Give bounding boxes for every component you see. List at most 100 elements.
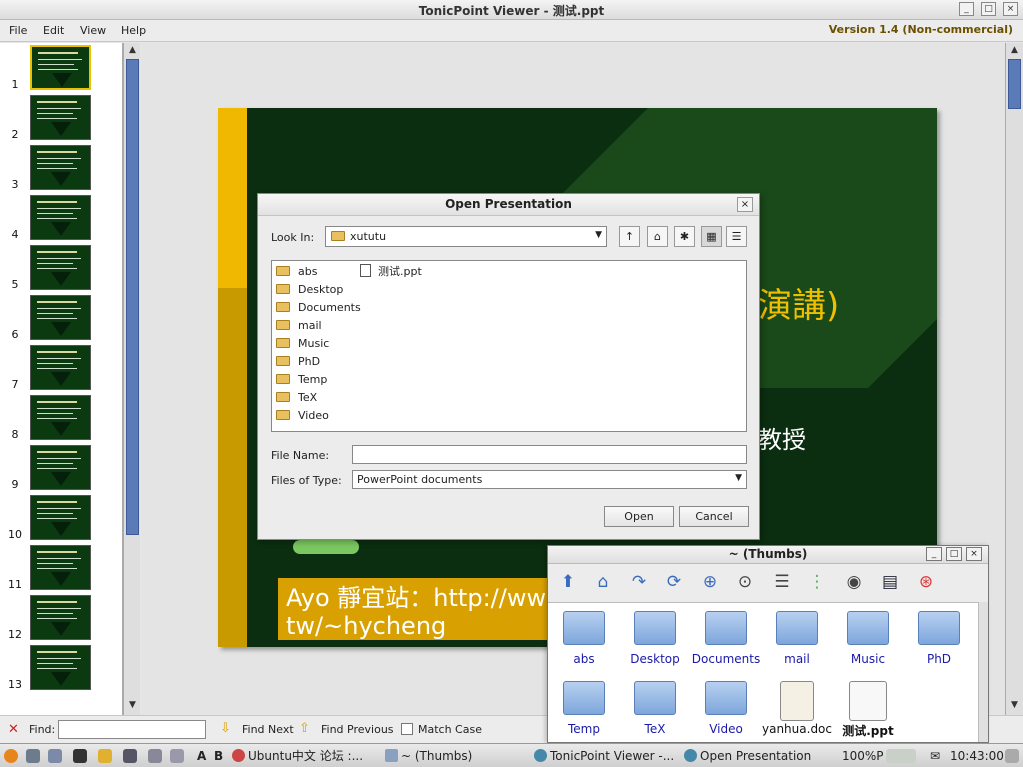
- menu-edit[interactable]: Edit: [43, 24, 64, 37]
- thumbnail-scrollbar[interactable]: ▲ ▼: [123, 43, 140, 715]
- slide-thumbnail[interactable]: 4: [0, 193, 123, 243]
- list-item[interactable]: Temp: [276, 372, 327, 388]
- menu-help[interactable]: Help: [121, 24, 146, 37]
- folder-item[interactable]: Documents: [691, 611, 761, 666]
- task-ubuntu-forum[interactable]: Ubuntu中文 论坛 :...: [232, 747, 363, 765]
- desktop-icon[interactable]: [26, 749, 40, 763]
- task-tonicpoint[interactable]: TonicPoint Viewer -...: [534, 747, 674, 765]
- browser-icon[interactable]: [123, 749, 137, 763]
- minimize-button[interactable]: _: [926, 547, 942, 561]
- folder-item[interactable]: Temp: [549, 681, 619, 736]
- maximize-button[interactable]: □: [981, 2, 996, 16]
- minimize-button[interactable]: _: [959, 2, 974, 16]
- close-button[interactable]: ×: [966, 547, 982, 561]
- file-item[interactable]: 测试.ppt: [833, 681, 903, 739]
- list-item[interactable]: 测试.ppt: [360, 264, 422, 280]
- viewer-scrollbar[interactable]: ▲ ▼: [1005, 43, 1023, 715]
- dialog-close-icon[interactable]: ×: [737, 197, 753, 212]
- slide-thumbnail[interactable]: 6: [0, 293, 123, 343]
- start-menu-icon[interactable]: [4, 749, 18, 763]
- home-button[interactable]: ⌂: [647, 226, 668, 247]
- eye-icon[interactable]: ◉: [842, 570, 866, 594]
- file-name-input[interactable]: [352, 445, 747, 464]
- file-item[interactable]: yanhua.doc: [762, 681, 832, 736]
- scroll-down-icon[interactable]: ▼: [126, 699, 139, 712]
- look-in-select[interactable]: xututu ▼: [325, 226, 607, 247]
- slide-thumbnail[interactable]: 11: [0, 543, 123, 593]
- scrollbar-thumb[interactable]: [126, 59, 139, 535]
- slide-thumbnail[interactable]: 7: [0, 343, 123, 393]
- find-next-button[interactable]: Find Next: [242, 723, 294, 736]
- list-view-button[interactable]: ▦: [701, 226, 722, 247]
- list-item[interactable]: Music: [276, 336, 329, 352]
- details-view-button[interactable]: ☰: [726, 226, 747, 247]
- folder-item[interactable]: TeX: [620, 681, 690, 736]
- files-of-type-select[interactable]: PowerPoint documents ▼: [352, 470, 747, 489]
- tray-icon[interactable]: [1005, 749, 1019, 763]
- zoom-in-icon[interactable]: ⊕: [698, 570, 722, 594]
- folder-label: PhD: [926, 652, 952, 666]
- maximize-button[interactable]: □: [946, 547, 962, 561]
- slide-thumbnail[interactable]: 10: [0, 493, 123, 543]
- list-item[interactable]: PhD: [276, 354, 320, 370]
- find-input[interactable]: [58, 720, 206, 739]
- mail-icon[interactable]: ✉: [930, 747, 940, 765]
- details-icon[interactable]: ☰: [770, 570, 794, 594]
- terminal-icon[interactable]: [73, 749, 87, 763]
- menu-file[interactable]: File: [9, 24, 27, 37]
- undo-icon[interactable]: ↷: [627, 570, 651, 594]
- tree-icon[interactable]: ⋮: [805, 570, 829, 594]
- up-folder-button[interactable]: ↑: [619, 226, 640, 247]
- clock: 10:43:00: [950, 749, 1004, 763]
- task-thumbs[interactable]: ~ (Thumbs): [385, 747, 472, 765]
- new-folder-button[interactable]: ✱: [674, 226, 695, 247]
- folder-item[interactable]: Video: [691, 681, 761, 736]
- slide-number: 12: [8, 628, 22, 641]
- list-item[interactable]: Documents: [276, 300, 361, 316]
- open-button[interactable]: Open: [604, 506, 674, 527]
- editor-icon[interactable]: [148, 749, 162, 763]
- up-arrow-icon[interactable]: ⬆: [556, 570, 580, 594]
- slide-thumbnail[interactable]: 12: [0, 593, 123, 643]
- find-previous-button[interactable]: Find Previous: [321, 723, 394, 736]
- windows-icon[interactable]: [48, 749, 62, 763]
- menu-view[interactable]: View: [80, 24, 106, 37]
- scroll-down-icon[interactable]: ▼: [1008, 699, 1021, 712]
- slide-thumbnail[interactable]: 2: [0, 93, 123, 143]
- folder-icon[interactable]: [98, 749, 112, 763]
- slide-thumbnail[interactable]: 5: [0, 243, 123, 293]
- slide-thumbnail[interactable]: 1: [0, 43, 123, 93]
- list-item[interactable]: Video: [276, 408, 329, 424]
- folder-item[interactable]: PhD: [904, 611, 974, 666]
- folder-item[interactable]: Desktop: [620, 611, 690, 666]
- folder-item[interactable]: mail: [762, 611, 832, 666]
- scrollbar-thumb[interactable]: [1008, 59, 1021, 109]
- match-case-checkbox[interactable]: [401, 723, 413, 735]
- home-icon[interactable]: ⌂: [591, 570, 615, 594]
- list-item[interactable]: mail: [276, 318, 322, 334]
- file-manager-scrollbar[interactable]: [978, 602, 988, 742]
- zoom-fit-icon[interactable]: ⊙: [733, 570, 757, 594]
- close-find-icon[interactable]: ✕: [8, 722, 19, 737]
- scroll-up-icon[interactable]: ▲: [126, 44, 139, 57]
- slide-thumbnail[interactable]: 8: [0, 393, 123, 443]
- list-item[interactable]: abs: [276, 264, 317, 280]
- slide-thumbnail[interactable]: 13: [0, 643, 123, 693]
- list-icon[interactable]: ▤: [878, 570, 902, 594]
- folder-item[interactable]: abs: [549, 611, 619, 666]
- close-button[interactable]: ×: [1003, 2, 1018, 16]
- list-item[interactable]: Desktop: [276, 282, 343, 298]
- task-open-presentation[interactable]: Open Presentation: [684, 747, 811, 765]
- slide-thumbnail[interactable]: 3: [0, 143, 123, 193]
- scroll-up-icon[interactable]: ▲: [1008, 44, 1021, 57]
- cancel-button[interactable]: Cancel: [679, 506, 749, 527]
- slide-thumbnail[interactable]: 9: [0, 443, 123, 493]
- refresh-icon[interactable]: ⟳: [662, 570, 686, 594]
- slide-number: 2: [11, 128, 19, 141]
- lifebuoy-icon[interactable]: ⊛: [914, 570, 938, 594]
- list-item[interactable]: TeX: [276, 390, 317, 406]
- input-method-a[interactable]: A: [197, 747, 206, 765]
- tools-icon[interactable]: [170, 749, 184, 763]
- folder-item[interactable]: Music: [833, 611, 903, 666]
- input-method-b[interactable]: B: [214, 747, 223, 765]
